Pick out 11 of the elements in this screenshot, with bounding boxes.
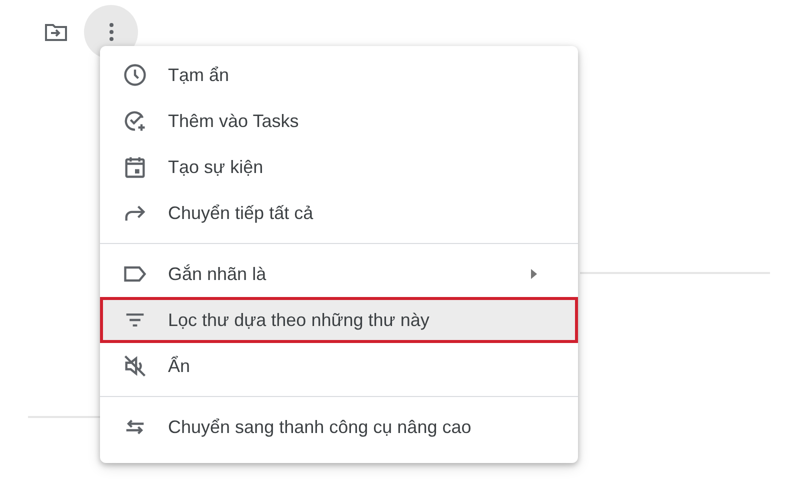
more-icon [108,23,114,41]
clock-icon [122,62,148,88]
menu-item[interactable]: Chuyển sang thanh công cụ nâng cao [100,404,578,450]
muted-icon [122,353,148,379]
menu-item[interactable]: Tạm ẩn [100,52,578,98]
menu-item[interactable]: Lọc thư dựa theo những thư này [100,297,578,343]
menu-item[interactable]: Thêm vào Tasks [100,98,578,144]
menu-item[interactable]: Ẩn [100,343,578,389]
menu-item[interactable]: Chuyển tiếp tất cả [100,190,578,236]
menu-item[interactable]: Tạo sự kiện [100,144,578,190]
menu-item[interactable]: Gắn nhãn là [100,251,578,297]
